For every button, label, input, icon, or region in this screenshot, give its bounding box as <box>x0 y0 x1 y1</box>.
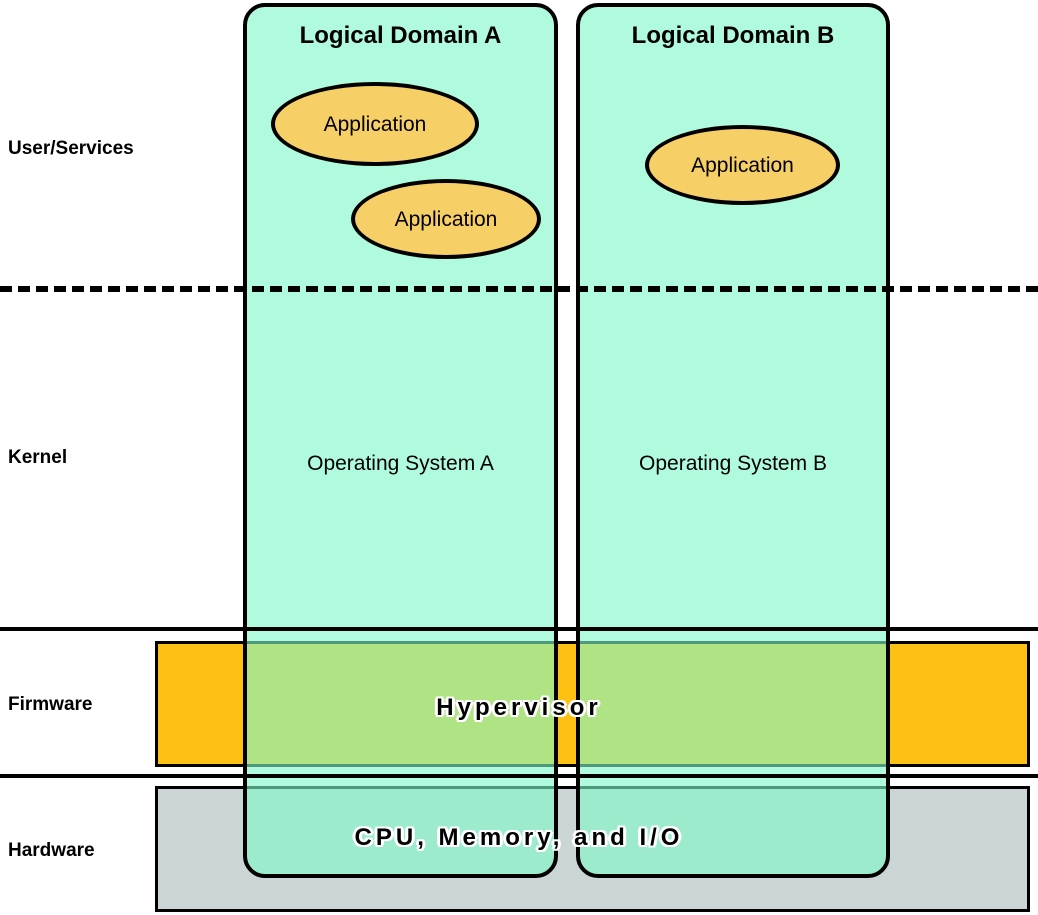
domain-a-application-1[interactable]: Application <box>271 82 479 166</box>
row-label-hardware: Hardware <box>8 840 95 861</box>
domain-a-application-2[interactable]: Application <box>351 179 541 259</box>
separator-firmware-hardware <box>0 774 1038 778</box>
row-label-kernel: Kernel <box>8 447 68 468</box>
diagram-canvas: User/Services Kernel Firmware Hardware L… <box>0 0 1038 915</box>
separator-user-kernel <box>0 286 1038 292</box>
domain-a-os-label: Operating System A <box>307 452 494 475</box>
row-label-user-services: User/Services <box>8 138 134 159</box>
domain-b-box[interactable]: Logical Domain B Application Operating S… <box>576 3 890 878</box>
domain-b-os-label: Operating System B <box>639 452 827 475</box>
domain-b-application-1[interactable]: Application <box>645 125 840 205</box>
domain-a-application-2-label: Application <box>394 207 498 231</box>
domain-b-application-1-label: Application <box>691 153 794 177</box>
separator-kernel-firmware <box>0 627 1038 631</box>
domain-b-title: Logical Domain B <box>631 22 835 49</box>
domain-a-box[interactable]: Logical Domain A Application Application… <box>243 3 558 878</box>
row-label-firmware: Firmware <box>8 694 93 715</box>
domain-a-title: Logical Domain A <box>299 22 502 49</box>
domain-a-application-1-label: Application <box>323 112 427 136</box>
